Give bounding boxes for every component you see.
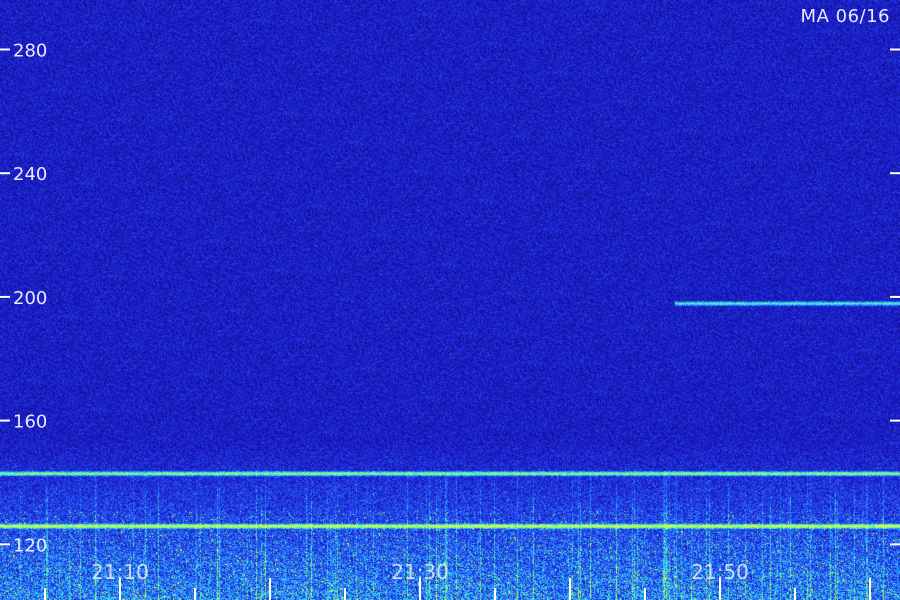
y-tick-label: 120 (13, 535, 47, 556)
station-date-label: MA 06/16 (800, 6, 890, 27)
x-tick-label: 21:30 (391, 560, 449, 584)
x-tick-label: 21:10 (91, 560, 149, 584)
x-tick-label: 21:50 (691, 560, 749, 584)
y-tick-label: 160 (13, 412, 47, 433)
y-tick-label: 240 (13, 164, 47, 185)
y-tick-label: 200 (13, 288, 47, 309)
y-tick-label: 280 (13, 40, 47, 61)
axis-overlay: 280 240 200 160 120 21:10 21:30 21:50 (0, 40, 900, 600)
